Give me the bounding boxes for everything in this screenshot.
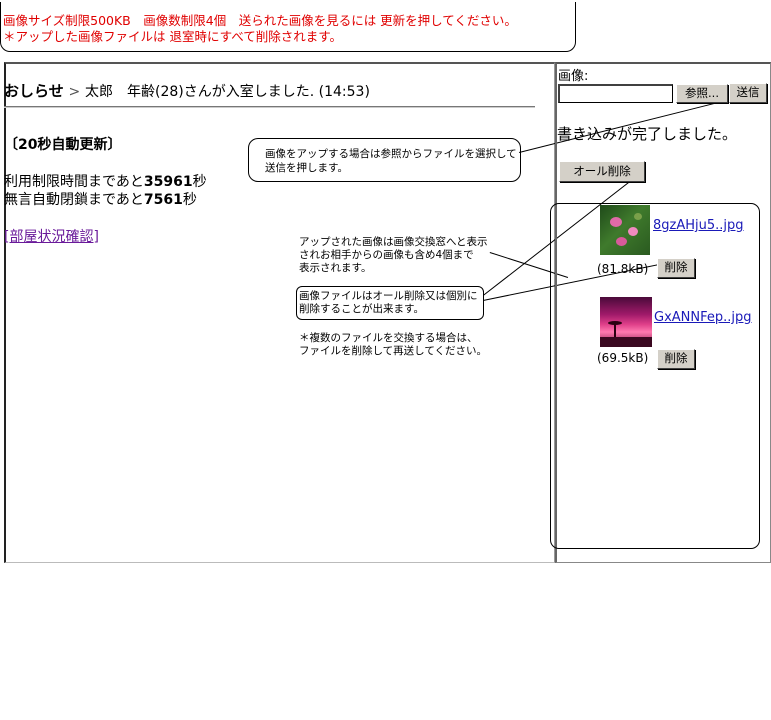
file-link-1[interactable]: 8gzAHju5..jpg: [653, 218, 744, 233]
auto-refresh-label: 〔20秒自動更新〕: [4, 137, 122, 153]
delete-info-callout: 画像ファイルはオール削除又は個別に 削除することが出来ます。: [296, 286, 484, 320]
idle-close-prefix: 無言自動閉鎖まであと: [4, 192, 144, 208]
file-size-1: (81.8kB): [597, 262, 649, 276]
idle-close-unit: 秒: [182, 192, 197, 208]
complete-message: 書き込みが完了しました。: [557, 125, 738, 143]
delete-info-line-1: 画像ファイルはオール削除又は個別に: [299, 290, 478, 302]
file-link-2[interactable]: GxANNFep..jpg: [654, 310, 752, 325]
browse-button[interactable]: 参照...: [676, 84, 728, 103]
delete-all-button[interactable]: オール削除: [559, 161, 645, 182]
divider: [4, 106, 535, 108]
idle-close-value: 7561: [143, 192, 183, 208]
multi-file-info: ＊複数のファイルを交換する場合は、 ファイルを削除して再送してください。: [299, 332, 487, 358]
exchange-line-2: されお相手からの画像も含め4個まで: [299, 249, 474, 261]
delete-file-button-2[interactable]: 削除: [657, 349, 695, 369]
notice-banner: 画像サイズ制限500KB 画像数制限4個 送られた画像を見るには 更新を押してく…: [0, 2, 576, 52]
upload-hint-callout: 画像をアップする場合は参照からファイルを選択して 送信を押します。: [248, 138, 521, 182]
delete-info-line-2: 削除することが出来ます。: [299, 303, 424, 315]
delete-file-button-1[interactable]: 削除: [657, 258, 695, 278]
thumbnail-sunset[interactable]: [600, 297, 652, 347]
announce-arrow: >: [68, 84, 81, 100]
image-exchange-window: [550, 203, 760, 549]
exchange-line-3: 表示されます。: [299, 262, 372, 274]
usage-limit-prefix: 利用制限時間まであと: [4, 174, 144, 190]
idle-close-line: 無言自動閉鎖まであと7561秒: [4, 189, 197, 209]
room-status-link[interactable]: [部屋状況確認]: [4, 226, 99, 246]
image-label: 画像:: [558, 69, 589, 84]
announce-label: おしらせ: [4, 82, 64, 100]
file-size-2: (69.5kB): [597, 351, 649, 365]
upload-hint-line-1: 画像をアップする場合は参照からファイルを選択して: [265, 148, 517, 160]
usage-limit-line: 利用制限時間まであと35961秒: [4, 171, 207, 191]
notice-line-2: ＊アップした画像ファイルは 退室時にすべて削除されます。: [3, 29, 342, 44]
announcement: おしらせ > 太郎 年齢(28)さんが入室しました. (14:53): [4, 80, 370, 101]
upload-hint-line-2: 送信を押します。: [265, 162, 348, 174]
announce-text: 太郎 年齢(28)さんが入室しました. (14:53): [85, 84, 370, 100]
file-path-input[interactable]: [558, 84, 673, 103]
exchange-info: アップされた画像は画像交換窓へと表示 されお相手からの画像も含め4個まで 表示さ…: [299, 236, 487, 275]
thumbnail-lotus[interactable]: [600, 205, 650, 255]
send-button[interactable]: 送信: [729, 83, 767, 103]
multi-file-line-2: ファイルを削除して再送してください。: [299, 345, 488, 357]
exchange-line-1: アップされた画像は画像交換窓へと表示: [299, 236, 488, 248]
usage-limit-unit: 秒: [192, 174, 207, 190]
multi-file-line-1: ＊複数のファイルを交換する場合は、: [299, 332, 478, 344]
usage-limit-value: 35961: [143, 174, 193, 190]
